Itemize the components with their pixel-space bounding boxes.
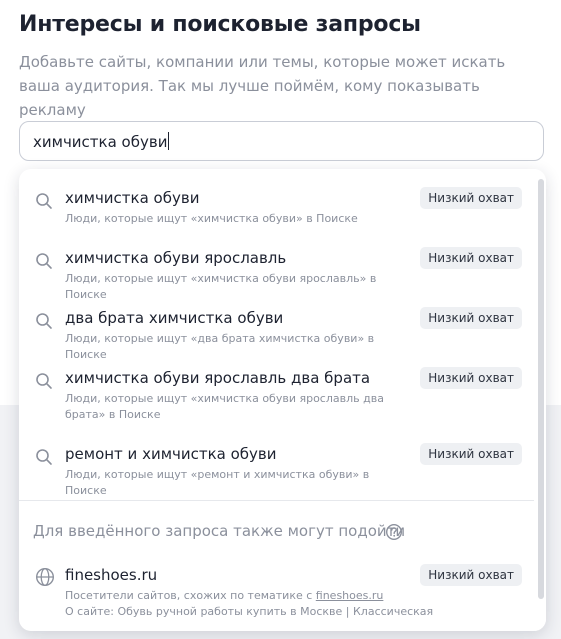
- site-description: Посетители сайтов, схожих по тематике с …: [65, 589, 384, 602]
- search-input[interactable]: химчистка обуви: [19, 121, 544, 161]
- text-caret: [168, 132, 170, 150]
- page-title: Интересы и поисковые запросы: [19, 12, 421, 37]
- reach-badge: Низкий охват: [420, 443, 522, 465]
- site-name: fineshoes.ru: [65, 566, 158, 584]
- site-link[interactable]: fineshoes.ru: [316, 589, 384, 602]
- reach-badge: Низкий охват: [420, 307, 522, 329]
- scrollbar-thumb[interactable]: [538, 179, 544, 599]
- also-section-title: Для введённого запроса также могут подой…: [33, 522, 406, 540]
- suggestion-subtitle: Люди, которые ищут «химчистка обуви» в П…: [65, 212, 358, 225]
- search-icon: [36, 373, 52, 389]
- search-icon: [36, 193, 52, 209]
- suggestion-subtitle: Люди, которые ищут «ремонт и химчистка о…: [65, 468, 370, 497]
- suggestion-title: химчистка обуви ярославль два брата: [65, 369, 371, 387]
- search-icon: [36, 449, 52, 465]
- suggestion-title: ремонт и химчистка обуви: [65, 445, 277, 463]
- page: Интересы и поисковые запросы Добавьте са…: [0, 0, 561, 639]
- suggestion-subtitle: Люди, которые ищут «химчистка обуви ярос…: [65, 272, 377, 301]
- reach-badge: Низкий охват: [420, 564, 522, 586]
- reach-badge: Низкий охват: [420, 187, 522, 209]
- suggestion-title: химчистка обуви ярославль: [65, 249, 287, 267]
- question-circle-icon[interactable]: [385, 523, 403, 541]
- suggestion-subtitle: Люди, которые ищут «химчистка обуви ярос…: [65, 392, 384, 421]
- scrollbar[interactable]: [535, 169, 546, 631]
- search-input-text: химчистка обуви: [33, 132, 170, 151]
- search-icon: [36, 313, 52, 329]
- globe-icon: [35, 567, 55, 587]
- reach-badge: Низкий охват: [420, 367, 522, 389]
- divider: [19, 500, 534, 501]
- suggestion-title: два брата химчистка обуви: [65, 309, 284, 327]
- site-about: О сайте: Обувь ручной работы купить в Мо…: [65, 605, 434, 618]
- suggestion-title: химчистка обуви: [65, 189, 200, 207]
- suggestions-dropdown: химчистка обуви Люди, которые ищут «химч…: [19, 169, 546, 631]
- reach-badge: Низкий охват: [420, 247, 522, 269]
- search-icon: [36, 253, 52, 269]
- page-description: Добавьте сайты, компании или темы, котор…: [19, 53, 506, 119]
- suggestion-subtitle: Люди, которые ищут «два брата химчистка …: [65, 332, 375, 361]
